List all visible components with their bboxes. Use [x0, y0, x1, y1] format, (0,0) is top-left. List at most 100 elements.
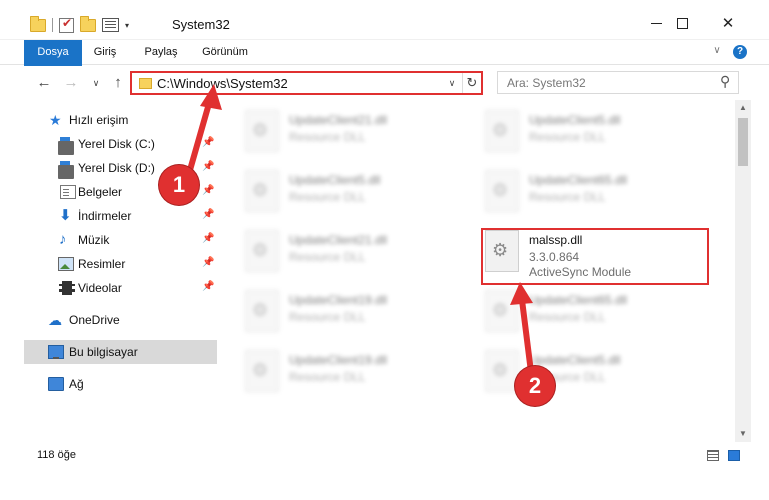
- file-description: Resource DLL: [289, 310, 366, 324]
- file-description: Resource DLL: [289, 190, 366, 204]
- sidebar-item-label: Hızlı erişim: [69, 113, 129, 127]
- address-bar[interactable]: C:\Windows\System32 ∨ ↻: [130, 71, 483, 95]
- file-item[interactable]: UpdateClient65.dll Resource DLL: [485, 290, 705, 340]
- tab-view[interactable]: Görünüm: [196, 40, 254, 65]
- dll-file-icon: [245, 170, 279, 212]
- window-title: System32: [172, 17, 230, 32]
- pictures-icon: [58, 257, 74, 271]
- pin-icon[interactable]: 📌: [202, 257, 214, 268]
- scroll-up-arrow-icon[interactable]: ▲: [735, 100, 751, 116]
- maximize-icon: [676, 17, 688, 29]
- view-options-icon[interactable]: [102, 18, 119, 32]
- search-icon[interactable]: ⚲: [720, 73, 730, 90]
- sidebar-item-videos[interactable]: Videolar 📌: [24, 276, 217, 300]
- back-arrow-icon[interactable]: ←: [34, 73, 54, 93]
- toolbar-divider: [52, 18, 53, 32]
- sidebar-item-label: Belgeler: [78, 185, 123, 199]
- file-name: UpdateClient19.dll: [289, 353, 388, 367]
- file-item[interactable]: UpdateClient19.dll Resource DLL: [245, 290, 465, 340]
- navigation-bar: ← → ∨ ↑ C:\Windows\System32 ∨ ↻ Ara: Sys…: [0, 66, 769, 100]
- sidebar-item-label: Yerel Disk (C:): [78, 137, 155, 151]
- sidebar-item-pictures[interactable]: Resimler 📌: [24, 252, 217, 276]
- file-item[interactable]: UpdateClient5.dll Resource DLL: [485, 110, 705, 160]
- computer-icon: [48, 345, 64, 359]
- sidebar-item-label: Resimler: [78, 257, 126, 271]
- file-item[interactable]: UpdateClient21.dll Resource DLL: [245, 110, 465, 160]
- item-count: 118 öğe: [37, 449, 76, 461]
- dll-file-icon: [485, 350, 519, 392]
- callout-badge-1: 1: [159, 165, 199, 205]
- scroll-down-arrow-icon[interactable]: ▼: [735, 426, 751, 442]
- sidebar-item-onedrive[interactable]: ☁ OneDrive: [24, 308, 217, 332]
- vertical-scrollbar[interactable]: ▲ ▼: [735, 100, 751, 442]
- new-folder-icon[interactable]: [80, 15, 96, 32]
- file-description: Resource DLL: [289, 250, 366, 264]
- file-name: UpdateClient5.dll: [529, 113, 621, 127]
- up-arrow-icon[interactable]: ↑: [108, 73, 128, 93]
- highlight-box: [481, 228, 709, 285]
- file-name: UpdateClient65.dll: [529, 293, 628, 307]
- pin-icon[interactable]: 📌: [202, 185, 214, 196]
- large-icons-view-icon[interactable]: [728, 450, 740, 461]
- sidebar-item-label: İndirmeler: [78, 209, 132, 223]
- window-bottom-edge: [0, 470, 769, 500]
- sidebar-item-this-pc[interactable]: Bu bilgisayar: [24, 340, 217, 364]
- folder-icon[interactable]: [30, 15, 46, 32]
- forward-arrow-icon[interactable]: →: [61, 73, 81, 93]
- sidebar-item-downloads[interactable]: ⬇ İndirmeler 📌: [24, 204, 217, 228]
- scrollbar-thumb[interactable]: [738, 118, 748, 166]
- expand-ribbon-chevron-icon[interactable]: ∨: [710, 45, 724, 59]
- sidebar-item-music[interactable]: ♪ Müzik 📌: [24, 228, 217, 252]
- file-name: UpdateClient21.dll: [289, 113, 388, 127]
- file-description: Resource DLL: [529, 190, 606, 204]
- navigation-pane: ★ Hızlı erişim Yerel Disk (C:) 📌 Yerel D…: [24, 100, 217, 442]
- title-bar: ▾ System32 ✕: [0, 0, 769, 40]
- address-history-chevron-icon[interactable]: ∨: [445, 75, 459, 91]
- pin-icon[interactable]: 📌: [202, 281, 214, 292]
- close-button[interactable]: ✕: [705, 9, 751, 37]
- dll-file-icon: [245, 290, 279, 332]
- search-input[interactable]: Ara: System32 ⚲: [497, 71, 739, 94]
- disk-icon: [58, 137, 74, 155]
- file-item[interactable]: UpdateClient5.dll Resource DLL: [245, 170, 465, 220]
- help-icon[interactable]: ?: [733, 45, 747, 59]
- file-name: UpdateClient19.dll: [289, 293, 388, 307]
- sidebar-item-label: Yerel Disk (D:): [78, 161, 155, 175]
- cloud-icon: ☁: [48, 312, 62, 328]
- maximize-button[interactable]: [659, 9, 705, 37]
- close-icon: ✕: [721, 15, 735, 32]
- properties-check-icon[interactable]: [59, 16, 74, 33]
- file-item[interactable]: UpdateClient65.dll Resource DLL: [485, 170, 705, 220]
- file-description: Resource DLL: [529, 130, 606, 144]
- sidebar-item-label: Ağ: [69, 377, 84, 391]
- pin-icon[interactable]: 📌: [202, 161, 214, 172]
- sidebar-item-label: Bu bilgisayar: [69, 345, 138, 359]
- dll-file-icon: [245, 110, 279, 152]
- file-item[interactable]: UpdateClient19.dll Resource DLL: [245, 350, 465, 400]
- details-view-icon[interactable]: [707, 450, 719, 461]
- recent-locations-chevron-icon[interactable]: ∨: [86, 73, 106, 93]
- pin-icon[interactable]: 📌: [202, 137, 214, 148]
- sidebar-item-local-disk-c[interactable]: Yerel Disk (C:) 📌: [24, 132, 217, 156]
- pin-icon[interactable]: 📌: [202, 233, 214, 244]
- tab-home[interactable]: Giriş: [86, 40, 124, 65]
- sidebar-item-label: Videolar: [78, 281, 122, 295]
- file-description: Resource DLL: [289, 130, 366, 144]
- status-bar: 118 öğe: [0, 442, 769, 470]
- pin-icon[interactable]: 📌: [202, 209, 214, 220]
- file-description: Resource DLL: [289, 370, 366, 384]
- music-icon: ♪: [59, 231, 67, 248]
- file-item[interactable]: UpdateClient21.dll Resource DLL: [245, 230, 465, 280]
- sidebar-item-network[interactable]: Ağ: [24, 372, 217, 396]
- refresh-icon[interactable]: ↻: [462, 73, 481, 93]
- ribbon-tabs: Dosya Giriş Paylaş Görünüm ∨ ?: [0, 40, 769, 90]
- quick-access-toolbar: ▾: [30, 15, 129, 35]
- download-icon: ⬇: [59, 207, 72, 224]
- tab-share[interactable]: Paylaş: [138, 40, 184, 65]
- sidebar-item-quick-access[interactable]: ★ Hızlı erişim: [24, 108, 217, 132]
- dll-file-icon: [245, 350, 279, 392]
- file-name: UpdateClient5.dll: [289, 173, 381, 187]
- folder-icon: [139, 78, 152, 89]
- customize-toolbar-dropdown-icon[interactable]: ▾: [125, 21, 129, 30]
- address-path[interactable]: C:\Windows\System32: [157, 76, 288, 91]
